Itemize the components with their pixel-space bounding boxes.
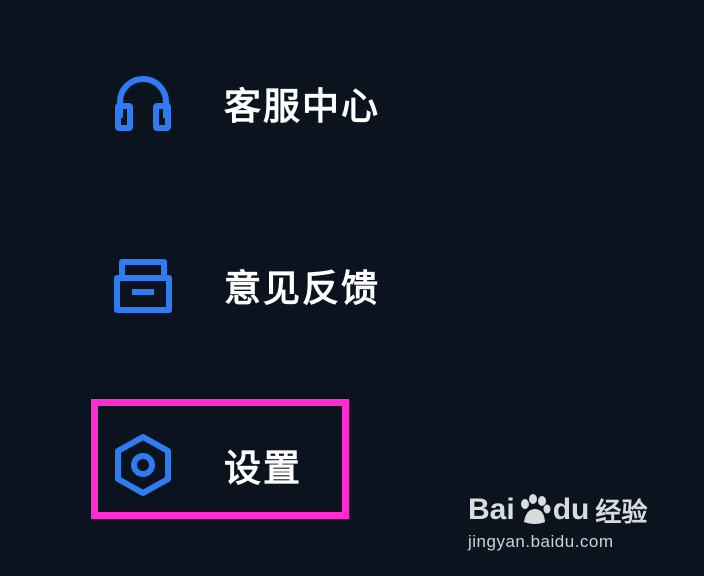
hexagon-gear-icon (110, 432, 176, 498)
menu-item-label: 意见反馈 (224, 267, 380, 310)
settings-menu: 客服中心 意见反馈 设置 (0, 0, 704, 576)
menu-item-label: 客服中心 (224, 85, 380, 128)
menu-item-settings[interactable]: 设置 (110, 430, 530, 500)
menu-item-customer-service[interactable]: 客服中心 (110, 68, 530, 138)
headset-icon (110, 70, 176, 136)
feedback-tray-icon (110, 252, 176, 318)
menu-item-feedback[interactable]: 意见反馈 (110, 250, 530, 320)
menu-item-label: 设置 (224, 447, 302, 490)
